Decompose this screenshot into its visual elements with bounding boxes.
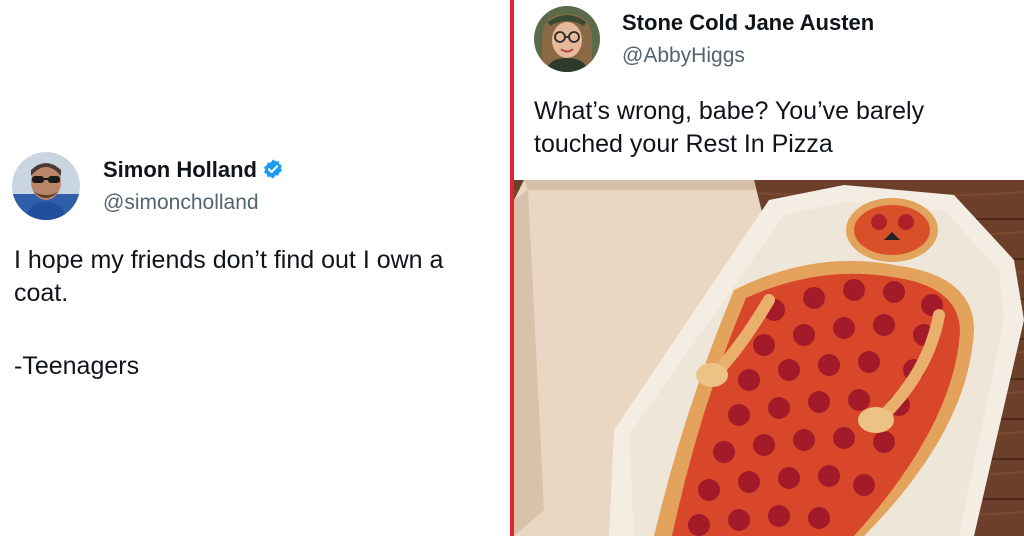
tweet-photo[interactable]: [514, 180, 1024, 536]
human-shaped-pizza-in-coffin-box-icon: [514, 180, 1024, 536]
avatar-photo-icon: [534, 6, 600, 72]
simon-holland-handle[interactable]: @simoncholland: [103, 190, 259, 216]
tweet-body-line1: I hope my friends don’t find out I own a…: [14, 246, 444, 307]
left-tweet-card: Simon Holland @simoncholland I hope my f…: [0, 0, 510, 536]
tweet-body: What’s wrong, babe? You’ve barely touche…: [534, 97, 925, 158]
avatar-photo-icon: [12, 152, 80, 220]
abby-higgs-handle[interactable]: @AbbyHiggs: [622, 43, 745, 69]
abby-higgs-name[interactable]: Stone Cold Jane Austen: [622, 10, 874, 36]
display-name: Simon Holland: [103, 157, 257, 182]
verified-badge-icon: [264, 159, 282, 179]
abby-higgs-avatar[interactable]: [534, 6, 600, 72]
simon-holland-name[interactable]: Simon Holland: [103, 157, 284, 183]
right-tweet-card: Stone Cold Jane Austen @AbbyHiggs What’s…: [514, 0, 1024, 536]
simon-holland-avatar[interactable]: [12, 152, 80, 220]
tweet-body-signoff: -Teenagers: [14, 352, 140, 380]
